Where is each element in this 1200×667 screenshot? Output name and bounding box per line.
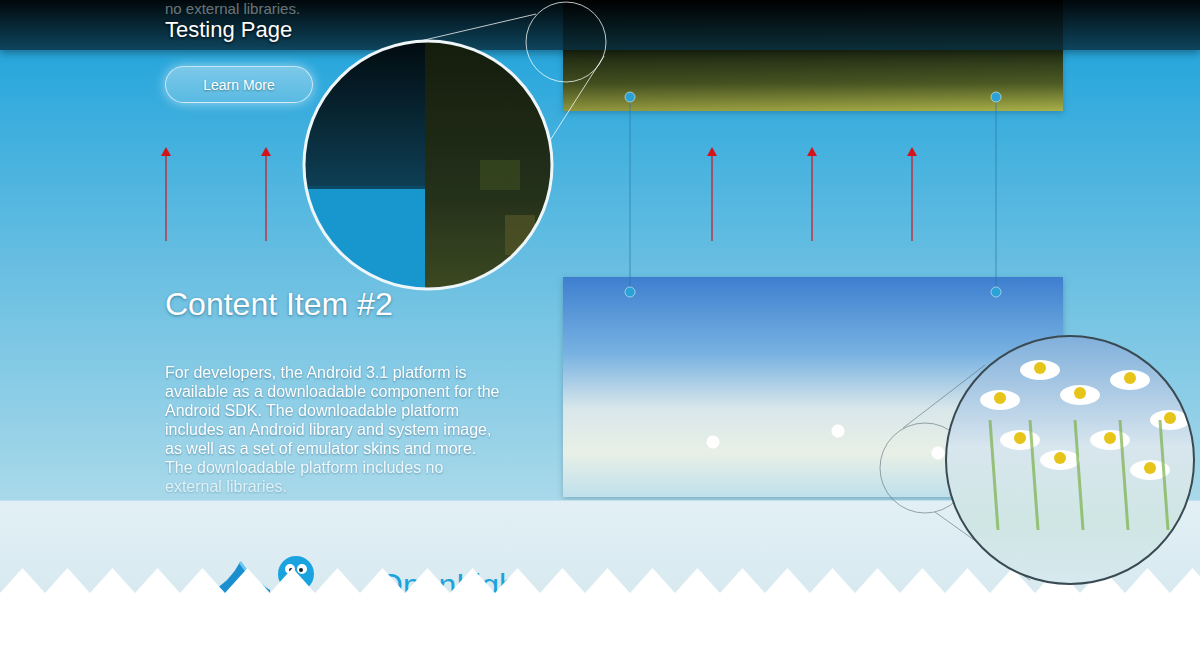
marker-dot-icon — [625, 92, 635, 102]
up-arrow-icon — [161, 147, 171, 241]
marker-dot-icon — [991, 92, 1001, 102]
scrolled-text: no external libraries. — [165, 0, 1200, 17]
content-body: For developers, the Android 3.1 platform… — [165, 363, 500, 496]
up-arrow-icon — [261, 147, 271, 241]
zigzag-edge — [0, 568, 1200, 667]
magnifier-bottom — [944, 334, 1196, 586]
up-arrow-icon — [807, 147, 817, 241]
leader-lines — [625, 92, 1001, 297]
marker-dot-icon — [991, 287, 1001, 297]
red-arrows — [161, 147, 917, 241]
page: no external libraries.Testing PageLearn … — [0, 0, 1200, 667]
content-heading: Content Item #2 — [165, 285, 505, 323]
header-bar: no external libraries.Testing Page — [0, 0, 1200, 50]
up-arrow-icon — [907, 147, 917, 241]
text-column: Learn More Content Item #2 For developers,… — [165, 0, 505, 500]
learn-more-button[interactable]: Learn More — [165, 66, 313, 103]
connector-lines — [420, 2, 1030, 580]
annotation-layer — [0, 0, 1200, 667]
content-area: Learn More Content Item #2 For developers,… — [0, 0, 1200, 500]
daisies-photo — [563, 277, 1063, 497]
page-title: Testing Page — [165, 17, 1200, 43]
marker-dot-icon — [625, 287, 635, 297]
magnifier-top — [300, 38, 555, 293]
up-arrow-icon — [707, 147, 717, 241]
image-column — [563, 0, 1063, 500]
footer: OpenLight — [0, 500, 1200, 667]
